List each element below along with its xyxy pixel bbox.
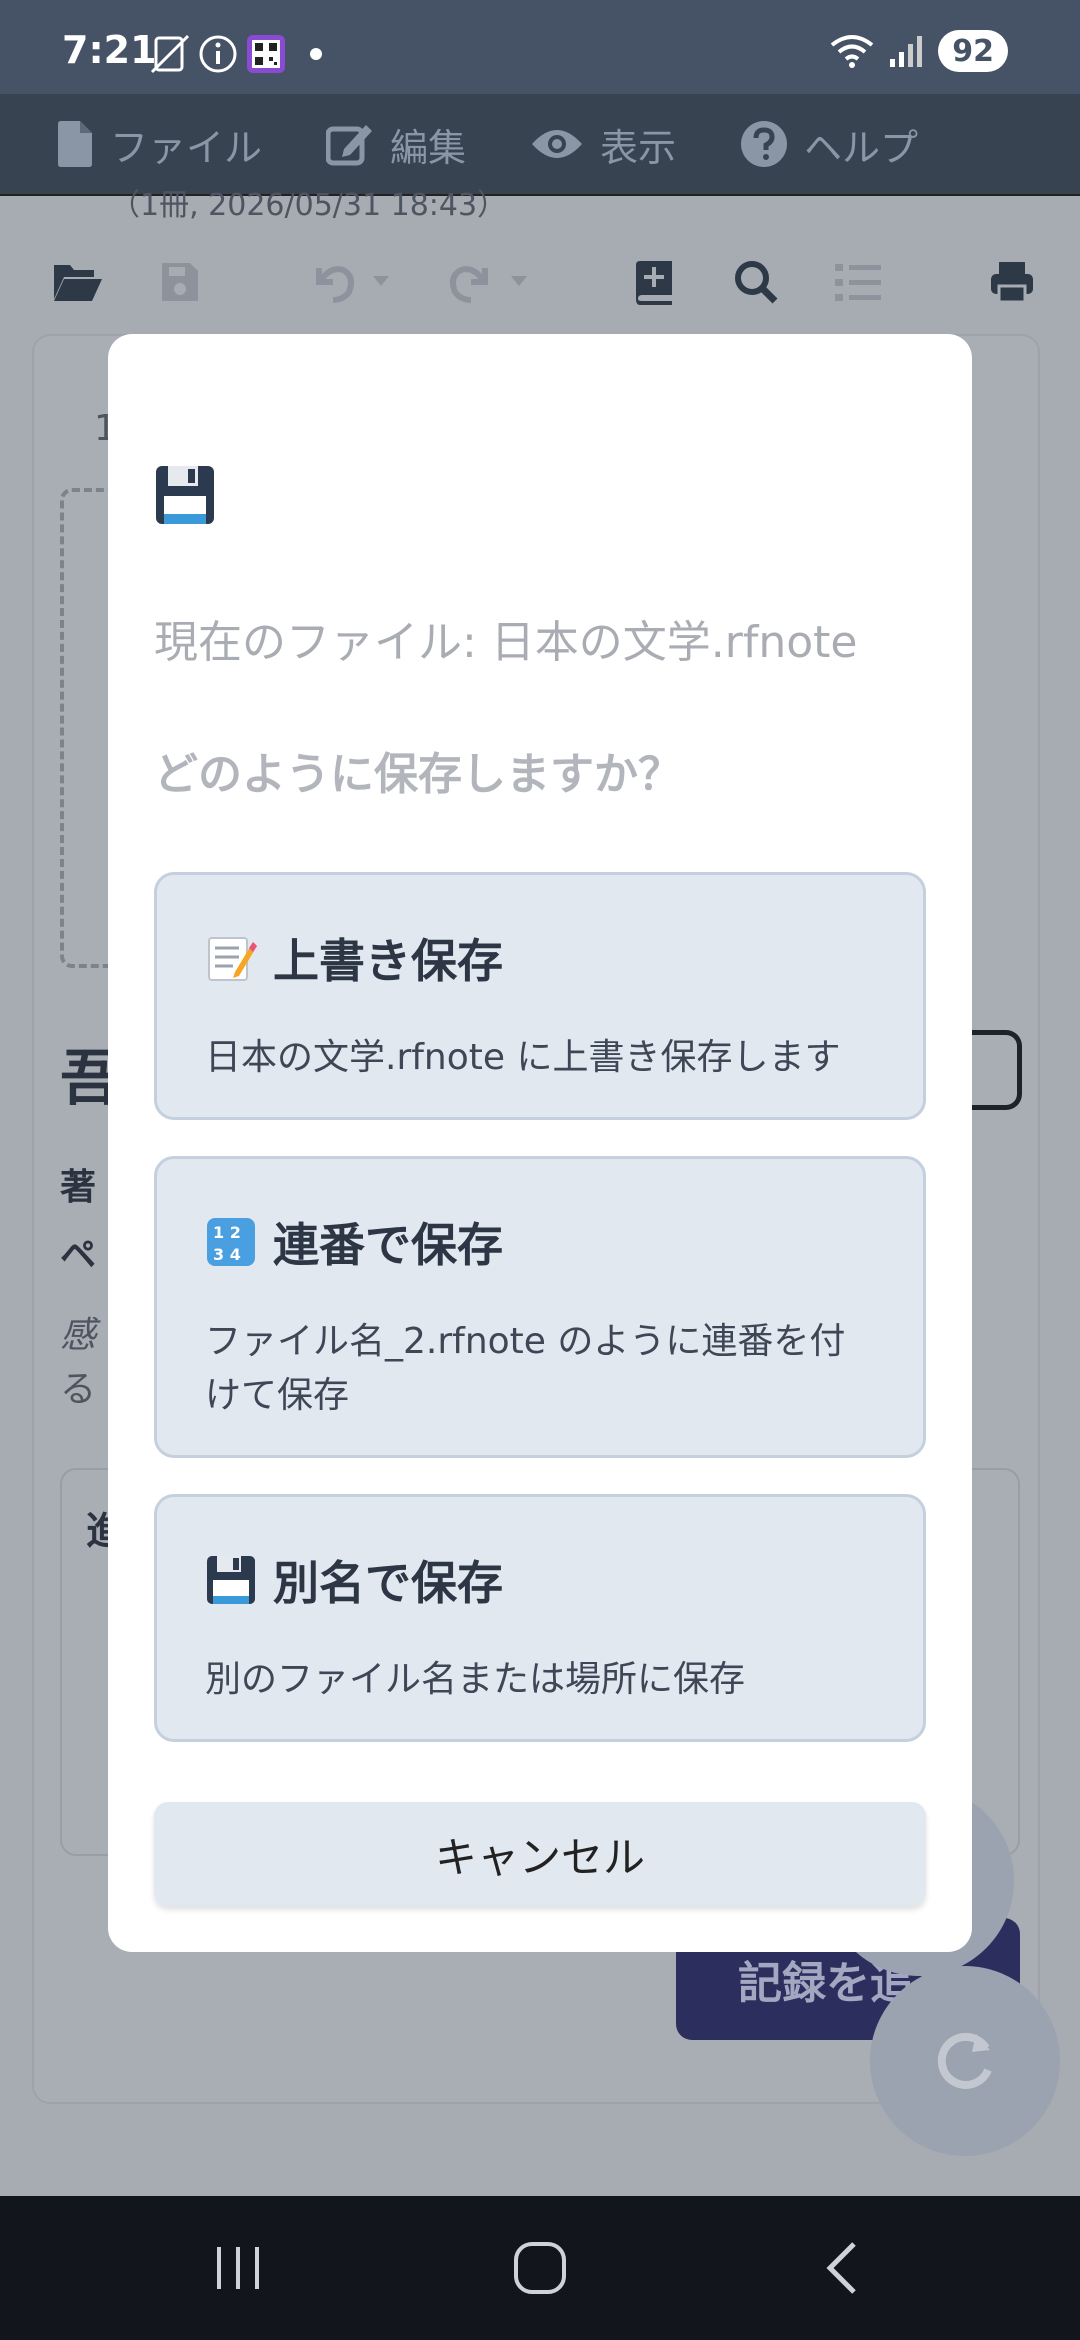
qr-icon bbox=[247, 35, 285, 73]
cancel-label: キャンセル bbox=[434, 1832, 645, 1882]
save-as-desc: 別のファイル名または場所に保存 bbox=[205, 1659, 746, 1700]
status-bar: 7:21 92 bbox=[0, 0, 1080, 94]
sequential-save-title: 連番で保存 bbox=[273, 1218, 503, 1272]
menu-edit[interactable]: 編集 bbox=[326, 117, 466, 172]
back-button[interactable] bbox=[802, 2236, 882, 2300]
floppy-disk-icon bbox=[156, 466, 214, 524]
dialog-question: どのように保存しますか？ bbox=[154, 749, 682, 800]
recent-apps-button[interactable] bbox=[198, 2236, 278, 2300]
list-button[interactable] bbox=[828, 252, 888, 312]
menu-edit-label: 編集 bbox=[390, 125, 467, 170]
wifi-icon bbox=[831, 35, 874, 68]
current-file-text: 現在のファイル: 日本の文学.rfnote bbox=[154, 617, 858, 668]
signal-icon bbox=[890, 36, 923, 67]
home-button[interactable] bbox=[500, 2236, 580, 2300]
battery-level: 92 bbox=[952, 33, 994, 69]
add-book-button[interactable] bbox=[624, 252, 684, 312]
home-icon bbox=[514, 2242, 566, 2294]
eye-icon bbox=[532, 130, 583, 158]
undo-button[interactable] bbox=[306, 252, 402, 312]
print-button[interactable] bbox=[982, 252, 1042, 312]
menu-file[interactable]: ファイル bbox=[56, 117, 262, 172]
menu-help[interactable]: ヘルプ bbox=[740, 117, 918, 172]
sequential-save-option[interactable]: 1 23 4 連番で保存 ファイル名_2.rfnote のように連番を付けて保存 bbox=[154, 1156, 926, 1458]
search-icon bbox=[735, 261, 778, 304]
refresh-fab[interactable] bbox=[870, 1966, 1060, 2156]
open-folder-button[interactable] bbox=[48, 252, 108, 312]
list-icon bbox=[835, 264, 881, 301]
save-dialog: 現在のファイル: 日本の文学.rfnote どのように保存しますか？ 上書き保存… bbox=[108, 334, 972, 1952]
info-icon bbox=[199, 35, 237, 73]
overwrite-save-title-row: 上書き保存 bbox=[205, 925, 875, 991]
sequential-save-title-row: 1 23 4 連番で保存 bbox=[205, 1209, 875, 1275]
printer-icon bbox=[991, 262, 1033, 304]
overwrite-save-title: 上書き保存 bbox=[273, 934, 503, 988]
refresh-icon bbox=[937, 2032, 992, 2089]
pages-label: ペ bbox=[60, 1235, 97, 1276]
status-icons-right: 92 bbox=[830, 30, 1008, 72]
menu-file-label: ファイル bbox=[110, 125, 263, 170]
no-sim-icon bbox=[150, 34, 190, 74]
save-as-option[interactable]: 別名で保存 別のファイル名または場所に保存 bbox=[154, 1494, 926, 1742]
overwrite-save-option[interactable]: 上書き保存 日本の文学.rfnote に上書き保存します bbox=[154, 872, 926, 1120]
toolbar bbox=[0, 236, 1080, 332]
redo-icon bbox=[450, 266, 527, 303]
svg-text:1 2: 1 2 bbox=[213, 1223, 241, 1242]
numbers-icon: 1 23 4 bbox=[207, 1218, 255, 1266]
save-toolbar-button[interactable] bbox=[150, 252, 210, 312]
status-time: 7:21 bbox=[62, 28, 157, 72]
save-as-title-row: 別名で保存 bbox=[205, 1547, 875, 1613]
recent-apps-icon bbox=[217, 2247, 259, 2289]
notification-dot bbox=[310, 48, 322, 60]
status-icons-left bbox=[150, 32, 322, 76]
sequential-save-desc: ファイル名_2.rfnote のように連番を付けて保存 bbox=[205, 1321, 846, 1416]
edit-icon bbox=[326, 125, 373, 166]
memo-icon bbox=[208, 937, 257, 981]
overwrite-save-desc: 日本の文学.rfnote に上書き保存します bbox=[205, 1037, 841, 1078]
help-icon bbox=[741, 121, 788, 167]
save-as-title: 別名で保存 bbox=[273, 1556, 503, 1610]
menu-help-label: ヘルプ bbox=[804, 125, 919, 170]
redo-button[interactable] bbox=[444, 252, 540, 312]
cancel-button[interactable]: キャンセル bbox=[154, 1802, 926, 1906]
menu-view[interactable]: 表示 bbox=[530, 117, 676, 172]
floppy-disk-icon bbox=[207, 1556, 255, 1604]
system-nav-bar bbox=[0, 2196, 1080, 2340]
book-add-icon bbox=[636, 261, 672, 305]
menu-view-label: 表示 bbox=[600, 125, 677, 170]
folder-open-icon bbox=[54, 265, 102, 301]
save-icon bbox=[162, 263, 198, 301]
search-button[interactable] bbox=[726, 252, 786, 312]
svg-text:3 4: 3 4 bbox=[213, 1245, 241, 1264]
file-icon bbox=[58, 121, 92, 167]
battery-icon: 92 bbox=[938, 30, 1008, 72]
impression-label: 感 bbox=[60, 1315, 97, 1356]
undo-icon bbox=[316, 266, 389, 303]
impression-label-2: る bbox=[60, 1369, 97, 1410]
author-label: 著 bbox=[60, 1167, 97, 1208]
back-icon bbox=[826, 2242, 856, 2294]
file-subtitle: （1冊, 2026/05/31 18:43） bbox=[110, 188, 508, 223]
